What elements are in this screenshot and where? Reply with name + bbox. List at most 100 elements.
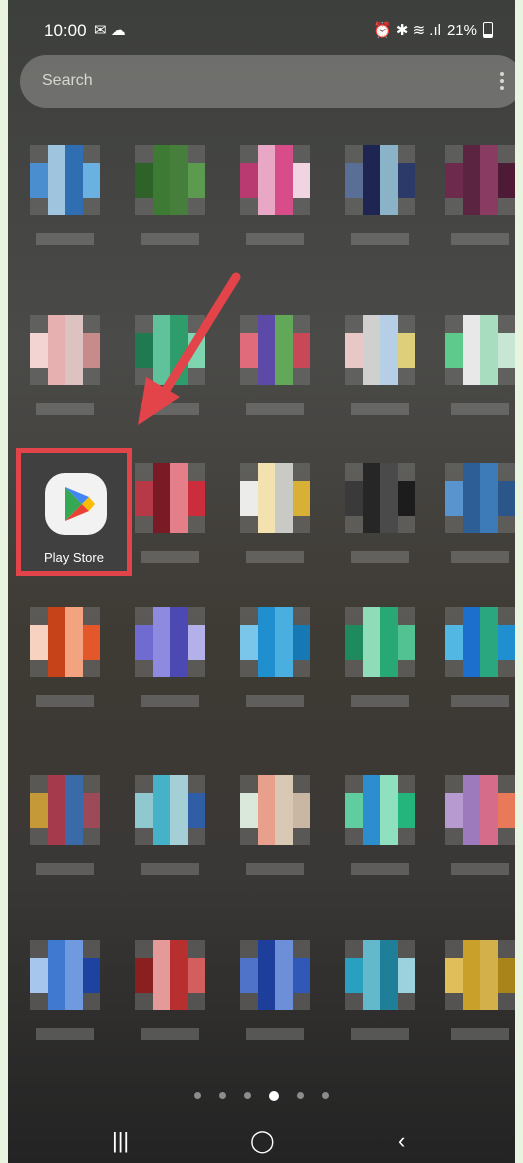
- blurred-app-icon[interactable]: [135, 940, 205, 1010]
- system-status-icons: ⏰ ✱ ≋ .ıl: [372, 22, 441, 39]
- page-dot[interactable]: [297, 1092, 304, 1099]
- blurred-app-label: [246, 863, 304, 875]
- phone-screen: 10:00 ✉ ☁ ⏰ ✱ ≋ .ıl 21% Search Play Stor…: [8, 0, 515, 1163]
- blurred-app-label: [36, 695, 94, 707]
- blurred-app-label: [36, 233, 94, 245]
- blurred-app-icon[interactable]: [445, 940, 515, 1010]
- red-annotation-arrow-icon: [138, 272, 241, 425]
- blurred-app-icon[interactable]: [30, 145, 100, 215]
- blurred-app-icon[interactable]: [345, 315, 415, 385]
- app-icon-blurred[interactable]: [18, 145, 114, 255]
- blurred-app-icon[interactable]: [445, 607, 515, 677]
- blurred-app-icon[interactable]: [345, 145, 415, 215]
- app-icon-blurred[interactable]: [228, 145, 324, 255]
- app-icon-blurred[interactable]: [333, 315, 429, 425]
- blurred-app-icon[interactable]: [30, 607, 100, 677]
- app-icon-blurred[interactable]: [123, 775, 219, 885]
- blurred-app-icon[interactable]: [445, 315, 515, 385]
- blurred-app-label: [246, 695, 304, 707]
- blurred-app-icon[interactable]: [240, 463, 310, 533]
- app-icon-blurred[interactable]: [333, 607, 429, 717]
- app-icon-blurred[interactable]: [333, 940, 429, 1050]
- blurred-app-label: [351, 695, 409, 707]
- blurred-app-label: [451, 403, 509, 415]
- blurred-app-label: [451, 863, 509, 875]
- blurred-app-icon[interactable]: [135, 775, 205, 845]
- blurred-app-icon[interactable]: [240, 775, 310, 845]
- app-icon-blurred[interactable]: [123, 940, 219, 1050]
- app-icon-blurred[interactable]: [228, 607, 324, 717]
- page-dot[interactable]: [194, 1092, 201, 1099]
- blurred-app-icon[interactable]: [30, 315, 100, 385]
- blurred-app-label: [246, 1028, 304, 1040]
- blurred-app-label: [36, 1028, 94, 1040]
- play-store-highlight-box[interactable]: Play Store: [16, 448, 132, 576]
- status-time: 10:00: [44, 21, 87, 40]
- blurred-app-label: [351, 1028, 409, 1040]
- blurred-app-icon[interactable]: [135, 463, 205, 533]
- blurred-app-label: [351, 551, 409, 563]
- page-dot[interactable]: [219, 1092, 226, 1099]
- blurred-app-label: [141, 863, 199, 875]
- notification-icons: ✉ ☁: [94, 22, 126, 39]
- blurred-app-label: [246, 551, 304, 563]
- google-play-logo-icon[interactable]: [45, 473, 107, 535]
- app-icon-blurred[interactable]: [18, 775, 114, 885]
- blurred-app-icon[interactable]: [30, 940, 100, 1010]
- home-button[interactable]: ◯: [250, 1128, 275, 1154]
- blurred-app-icon[interactable]: [345, 463, 415, 533]
- app-icon-blurred[interactable]: [228, 463, 324, 573]
- blurred-app-label: [351, 863, 409, 875]
- back-button[interactable]: ‹: [398, 1128, 405, 1154]
- navigation-bar: ||| ◯ ‹: [8, 1128, 515, 1163]
- app-icon-blurred[interactable]: [18, 607, 114, 717]
- page-indicator: [8, 1091, 515, 1101]
- app-icon-blurred[interactable]: [433, 315, 515, 425]
- search-placeholder[interactable]: Search: [42, 72, 93, 90]
- battery-icon: [483, 22, 493, 38]
- blurred-app-label: [36, 403, 94, 415]
- page-dot[interactable]: [269, 1091, 279, 1101]
- blurred-app-icon[interactable]: [445, 463, 515, 533]
- blurred-app-icon[interactable]: [135, 145, 205, 215]
- blurred-app-icon[interactable]: [240, 145, 310, 215]
- app-icon-blurred[interactable]: [18, 315, 114, 425]
- app-icon-blurred[interactable]: [18, 940, 114, 1050]
- page-dot[interactable]: [322, 1092, 329, 1099]
- blurred-app-label: [351, 233, 409, 245]
- app-icon-blurred[interactable]: [433, 607, 515, 717]
- app-icon-blurred[interactable]: [123, 145, 219, 255]
- app-icon-blurred[interactable]: [123, 607, 219, 717]
- more-vert-icon[interactable]: [499, 69, 505, 93]
- blurred-app-label: [451, 233, 509, 245]
- blurred-app-label: [141, 695, 199, 707]
- app-icon-blurred[interactable]: [433, 940, 515, 1050]
- blurred-app-label: [141, 551, 199, 563]
- app-icon-blurred[interactable]: [228, 775, 324, 885]
- blurred-app-icon[interactable]: [240, 607, 310, 677]
- blurred-app-label: [246, 233, 304, 245]
- app-search-bar[interactable]: Search: [20, 55, 515, 108]
- blurred-app-icon[interactable]: [30, 775, 100, 845]
- app-icon-blurred[interactable]: [228, 940, 324, 1050]
- app-icon-blurred[interactable]: [433, 775, 515, 885]
- blurred-app-icon[interactable]: [345, 607, 415, 677]
- blurred-app-icon[interactable]: [345, 775, 415, 845]
- play-store-label[interactable]: Play Store: [21, 550, 127, 565]
- blurred-app-icon[interactable]: [240, 940, 310, 1010]
- blurred-app-icon[interactable]: [135, 607, 205, 677]
- app-icon-blurred[interactable]: [333, 145, 429, 255]
- app-icon-blurred[interactable]: [123, 463, 219, 573]
- blurred-app-icon[interactable]: [445, 775, 515, 845]
- recents-button[interactable]: |||: [112, 1128, 129, 1154]
- blurred-app-icon[interactable]: [345, 940, 415, 1010]
- play-store-app[interactable]: Play Store: [21, 453, 127, 571]
- app-icon-blurred[interactable]: [433, 463, 515, 573]
- app-icon-blurred[interactable]: [433, 145, 515, 255]
- blurred-app-label: [141, 233, 199, 245]
- page-dot[interactable]: [244, 1092, 251, 1099]
- app-icon-blurred[interactable]: [333, 775, 429, 885]
- app-icon-blurred[interactable]: [333, 463, 429, 573]
- blurred-app-label: [451, 695, 509, 707]
- blurred-app-icon[interactable]: [445, 145, 515, 215]
